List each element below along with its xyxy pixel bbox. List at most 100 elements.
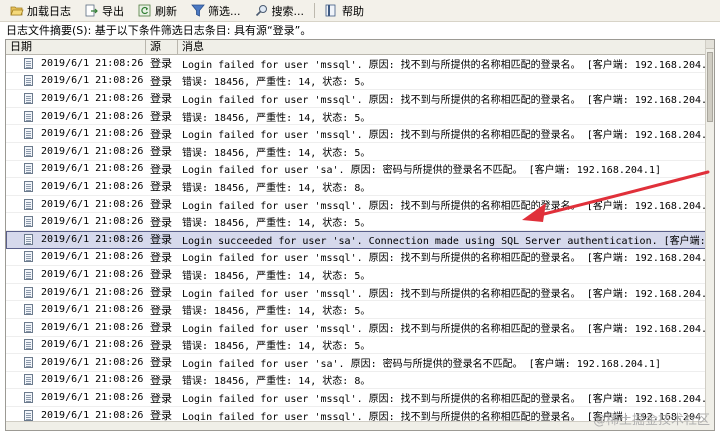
cell-date-text: 2019/6/1 21:08:26 xyxy=(41,92,144,104)
cell-date: 2019/6/1 21:08:26 xyxy=(6,268,146,280)
toolbar: 加载日志 导出 刷新 筛选... 搜索... 帮助 xyxy=(0,0,720,22)
log-entry-icon xyxy=(24,233,33,245)
table-row[interactable]: 2019/6/1 21:08:26 登录 Login failed for user… xyxy=(6,354,706,372)
cell-source: 登录 xyxy=(150,198,172,212)
cell-date-text: 2019/6/1 21:08:26 xyxy=(41,145,144,157)
cell-source: 登录 xyxy=(150,321,172,335)
cell-date-text: 2019/6/1 21:08:26 xyxy=(41,110,144,122)
log-rows: 2019/6/1 21:08:26 登录 Login failed for user… xyxy=(6,55,706,430)
cell-date-text: 2019/6/1 21:08:26 xyxy=(41,286,144,298)
cell-date: 2019/6/1 21:08:26 xyxy=(6,286,146,298)
cell-date-text: 2019/6/1 21:08:26 xyxy=(41,392,144,404)
cell-message: Login failed for user 'mssql'. 原因: 找不到与所… xyxy=(182,323,706,335)
cell-date: 2019/6/1 21:08:26 xyxy=(6,128,146,140)
cell-date-text: 2019/6/1 21:08:26 xyxy=(41,374,144,386)
cell-message: Login failed for user 'mssql'. 原因: 找不到与所… xyxy=(182,288,706,300)
cell-source: 登录 xyxy=(150,74,172,88)
refresh-button[interactable]: 刷新 xyxy=(134,1,181,21)
table-row[interactable]: 2019/6/1 21:08:26 登录错误: 18456, 严重性: 14, 状… xyxy=(6,301,706,319)
table-row[interactable]: 2019/6/1 21:08:26 登录 Login failed for user… xyxy=(6,319,706,337)
cell-date: 2019/6/1 21:08:26 xyxy=(6,304,146,316)
export-button[interactable]: 导出 xyxy=(81,1,128,21)
cell-message: 错误: 18456, 严重性: 14, 状态: 5。 xyxy=(182,341,371,353)
log-entry-icon xyxy=(24,304,33,316)
cell-date-text: 2019/6/1 21:08:26 xyxy=(41,128,144,140)
table-row[interactable]: 2019/6/1 21:08:26 登录 Login failed for user… xyxy=(6,161,706,179)
help-label: 帮助 xyxy=(342,4,364,18)
table-row[interactable]: 2019/6/1 21:08:26 登录 Login failed for user… xyxy=(6,284,706,302)
cell-date-text: 2019/6/1 21:08:26 xyxy=(41,163,144,175)
table-row-selected[interactable]: 2019/6/1 21:08:26 登录 Login succeeded for u… xyxy=(6,230,706,249)
table-row[interactable]: 2019/6/1 21:08:26 登录错误: 18456, 严重性: 14, 状… xyxy=(6,108,706,126)
log-grid: 日期 源 消息 2019/6/1 21:08:26 登录 Login failed … xyxy=(5,39,715,431)
export-icon xyxy=(85,4,98,17)
log-entry-icon xyxy=(24,92,33,104)
refresh-icon xyxy=(138,4,151,17)
column-header-date[interactable]: 日期 xyxy=(6,40,146,55)
scroll-up-arrow-icon[interactable] xyxy=(706,40,714,49)
filter-button[interactable]: 筛选... xyxy=(187,1,245,21)
cell-source: 登录 xyxy=(150,250,172,264)
cell-date: 2019/6/1 21:08:26 xyxy=(6,216,146,228)
cell-date-text: 2019/6/1 21:08:26 xyxy=(41,251,144,263)
help-button[interactable]: 帮助 xyxy=(321,1,368,21)
log-entry-icon xyxy=(24,374,33,386)
log-entry-icon xyxy=(24,128,33,140)
load-log-button[interactable]: 加载日志 xyxy=(6,1,75,21)
cell-source: 登录 xyxy=(150,180,172,194)
log-entry-icon xyxy=(24,321,33,333)
cell-date: 2019/6/1 21:08:26 xyxy=(6,374,146,386)
cell-message: Login succeeded for user 'sa'. Connectio… xyxy=(182,235,706,247)
cell-date: 2019/6/1 21:08:26 xyxy=(6,356,146,368)
toolbar-separator xyxy=(314,3,315,18)
cell-date: 2019/6/1 21:08:26 xyxy=(6,339,146,351)
cell-date-text: 2019/6/1 21:08:26 xyxy=(41,75,144,87)
table-row[interactable]: 2019/6/1 21:08:26 登录 Login failed for user… xyxy=(6,249,706,267)
cell-date: 2019/6/1 21:08:26 xyxy=(6,198,146,210)
cell-date-text: 2019/6/1 21:08:26 xyxy=(41,233,144,245)
column-header-message[interactable]: 消息 xyxy=(178,40,706,55)
table-row[interactable]: 2019/6/1 21:08:26 登录 Login failed for user… xyxy=(6,90,706,108)
table-row[interactable]: 2019/6/1 21:08:26 登录错误: 18456, 严重性: 14, 状… xyxy=(6,337,706,355)
table-row[interactable]: 2019/6/1 21:08:26 登录错误: 18456, 严重性: 14, 状… xyxy=(6,213,706,231)
vertical-scrollbar[interactable] xyxy=(705,40,714,430)
table-row[interactable]: 2019/6/1 21:08:26 登录 Login failed for user… xyxy=(6,55,706,73)
table-row[interactable]: 2019/6/1 21:08:26 登录 Login failed for user… xyxy=(6,389,706,407)
cell-message: Login failed for user 'mssql'. 原因: 找不到与所… xyxy=(182,394,706,406)
cell-source: 登录 xyxy=(150,127,172,141)
cell-message: 错误: 18456, 严重性: 14, 状态: 5。 xyxy=(182,77,371,89)
cell-source: 登录 xyxy=(150,92,172,106)
cell-source: 登录 xyxy=(150,145,172,159)
cell-message: 错误: 18456, 严重性: 14, 状态: 5。 xyxy=(182,270,371,282)
table-row[interactable]: 2019/6/1 21:08:26 登录 Login failed for user… xyxy=(6,196,706,214)
cell-source: 登录 xyxy=(150,286,172,300)
cell-date: 2019/6/1 21:08:26 xyxy=(6,57,146,69)
table-row[interactable]: 2019/6/1 21:08:26 登录错误: 18456, 严重性: 14, 状… xyxy=(6,266,706,284)
cell-source: 登录 xyxy=(150,391,172,405)
cell-message: Login failed for user 'mssql'. 原因: 找不到与所… xyxy=(182,94,706,106)
log-entry-icon xyxy=(24,163,33,175)
folder-open-icon xyxy=(10,6,24,16)
table-row[interactable]: 2019/6/1 21:08:26 登录错误: 18456, 严重性: 14, 状… xyxy=(6,372,706,390)
search-button[interactable]: 搜索... xyxy=(251,1,309,21)
table-row[interactable]: 2019/6/1 21:08:26 登录错误: 18456, 严重性: 14, 状… xyxy=(6,143,706,161)
table-row[interactable]: 2019/6/1 21:08:26 登录 Login failed for user… xyxy=(6,125,706,143)
cell-date-text: 2019/6/1 21:08:26 xyxy=(41,216,144,228)
search-icon xyxy=(255,5,267,17)
cell-date-text: 2019/6/1 21:08:26 xyxy=(41,268,144,280)
log-entry-icon xyxy=(24,356,33,368)
cell-message: 错误: 18456, 严重性: 14, 状态: 5。 xyxy=(182,306,371,318)
cell-source: 登录 xyxy=(150,162,172,176)
search-label: 搜索... xyxy=(271,4,305,18)
filter-label: 筛选... xyxy=(208,4,241,18)
table-row[interactable]: 2019/6/1 21:08:26 登录错误: 18456, 严重性: 14, 状… xyxy=(6,73,706,91)
cell-date: 2019/6/1 21:08:26 xyxy=(6,75,146,87)
scroll-thumb[interactable] xyxy=(707,52,713,122)
cell-source: 登录 xyxy=(150,57,172,71)
table-row[interactable]: 2019/6/1 21:08:26 登录错误: 18456, 严重性: 14, 状… xyxy=(6,178,706,196)
column-header-source[interactable]: 源 xyxy=(146,40,178,55)
log-entry-icon xyxy=(24,286,33,298)
log-entry-icon xyxy=(24,145,33,157)
cell-message: 错误: 18456, 严重性: 14, 状态: 5。 xyxy=(182,218,371,230)
cell-source: 登录 xyxy=(150,338,172,352)
